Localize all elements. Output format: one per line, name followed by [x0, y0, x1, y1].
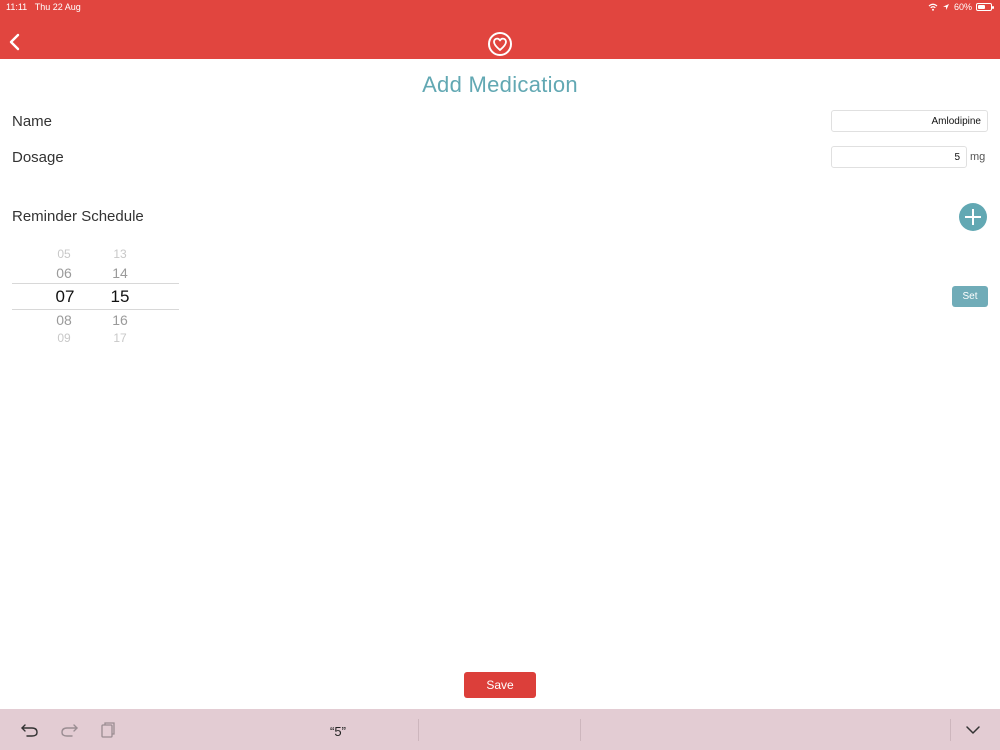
- name-label: Name: [12, 113, 53, 130]
- suggestion-divider: [580, 719, 581, 741]
- minute-option[interactable]: 16: [100, 312, 140, 328]
- dosage-field[interactable]: [831, 146, 967, 168]
- picker-divider: [12, 283, 179, 284]
- suggestion-divider: [418, 719, 419, 741]
- dosage-label: Dosage: [12, 149, 64, 166]
- hour-option[interactable]: 08: [44, 312, 84, 328]
- battery-fill: [978, 5, 986, 9]
- hour-option[interactable]: 05: [44, 247, 84, 261]
- save-button[interactable]: Save: [464, 672, 536, 698]
- redo-icon[interactable]: [58, 721, 80, 739]
- battery-percent: 60%: [953, 2, 972, 12]
- minute-option[interactable]: 13: [100, 247, 140, 261]
- status-time-clock: 11:11: [6, 2, 28, 12]
- set-time-button[interactable]: Set: [952, 286, 988, 307]
- status-date: Thu 22 Aug: [34, 2, 81, 12]
- hour-option[interactable]: 09: [44, 331, 84, 342]
- hour-selected[interactable]: 07: [45, 287, 85, 307]
- reminder-schedule-label: Reminder Schedule: [12, 208, 144, 225]
- undo-icon[interactable]: [19, 721, 41, 739]
- name-field[interactable]: [831, 110, 988, 132]
- autocorrect-suggestion[interactable]: “5”: [300, 724, 376, 739]
- minute-option[interactable]: 14: [100, 265, 140, 281]
- page-title: Add Medication: [422, 72, 578, 97]
- suggestion-divider: [950, 719, 951, 741]
- chevron-left-icon[interactable]: [6, 31, 24, 53]
- clipboard-icon[interactable]: [97, 721, 119, 739]
- picker-divider: [12, 309, 179, 310]
- screen: 11:11 Thu 22 Aug 60% Add Medication Name…: [0, 0, 1000, 750]
- status-indicators: 60%: [928, 2, 994, 12]
- chevron-down-icon[interactable]: [962, 721, 984, 739]
- battery-icon: [976, 3, 994, 11]
- app-header: 11:11 Thu 22 Aug 60%: [0, 0, 1000, 59]
- time-picker[interactable]: 05 06 07 08 09 13 14 15 16 17: [12, 247, 179, 342]
- minute-option[interactable]: 17: [100, 331, 140, 342]
- dosage-unit: mg: [970, 151, 986, 163]
- heart-circle-icon: [488, 32, 512, 56]
- location-arrow-icon: [942, 4, 949, 10]
- status-time: 11:11 Thu 22 Aug: [6, 2, 81, 12]
- wifi-icon: [928, 3, 938, 11]
- hour-option[interactable]: 06: [44, 265, 84, 281]
- add-reminder-button[interactable]: [959, 203, 987, 231]
- minute-selected[interactable]: 15: [100, 287, 140, 307]
- keyboard-shortcut-bar: “5”: [0, 709, 1000, 750]
